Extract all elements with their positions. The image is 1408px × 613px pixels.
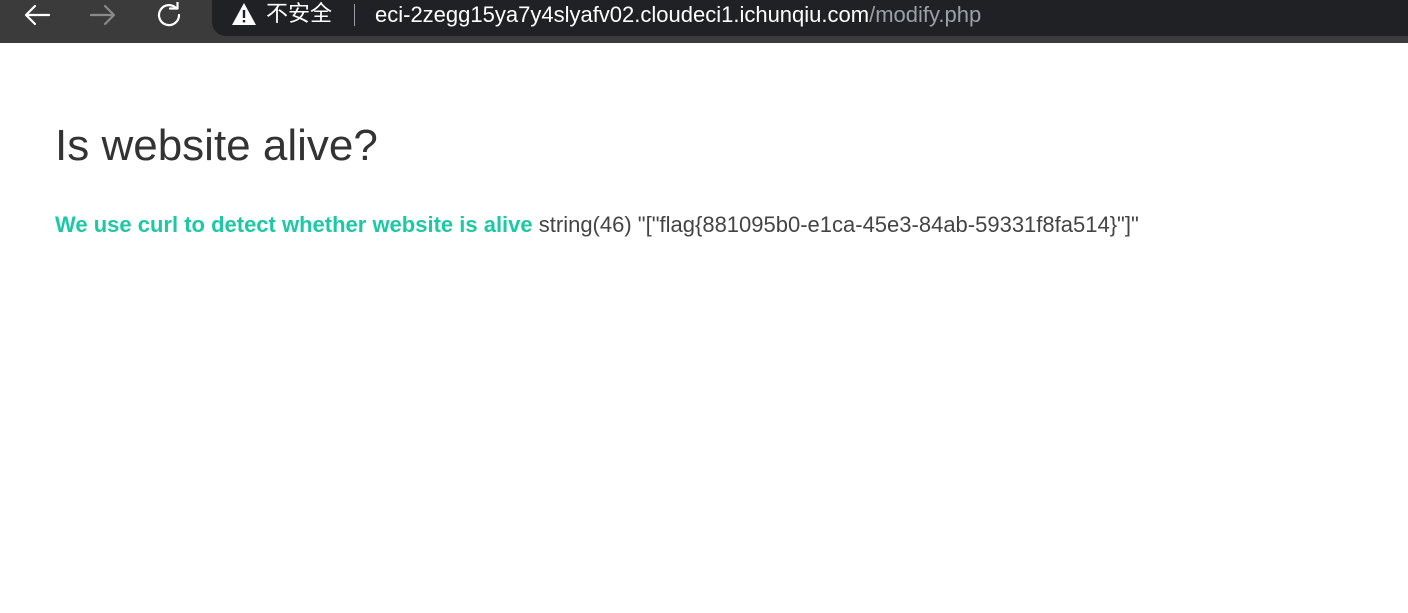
back-arrow-icon (24, 4, 51, 26)
back-button[interactable] (17, 0, 57, 30)
address-divider (354, 4, 355, 26)
warning-triangle-icon[interactable] (231, 1, 257, 27)
curl-output-text: string(46) "["flag{881095b0-e1ca-45e3-84… (532, 212, 1139, 237)
address-bar[interactable]: 不安全 eci-2zegg15ya7y4slyafv02.cloudeci1.i… (212, 0, 1408, 36)
reload-button[interactable] (149, 0, 189, 30)
lead-text: We use curl to detect whether website is… (55, 212, 533, 237)
url-host: eci-2zegg15ya7y4slyafv02.cloudeci1.ichun… (375, 2, 870, 27)
browser-toolbar: 不安全 eci-2zegg15ya7y4slyafv02.cloudeci1.i… (0, 0, 1408, 43)
forward-arrow-icon (89, 4, 116, 26)
url-text[interactable]: eci-2zegg15ya7y4slyafv02.cloudeci1.ichun… (375, 0, 981, 30)
reload-icon (157, 2, 181, 27)
url-path: /modify.php (869, 2, 982, 27)
curl-result-message: We use curl to detect whether website is… (55, 209, 1139, 241)
forward-button[interactable] (83, 0, 123, 30)
page-title: Is website alive? (55, 121, 378, 170)
security-status-label[interactable]: 不安全 (266, 0, 332, 30)
